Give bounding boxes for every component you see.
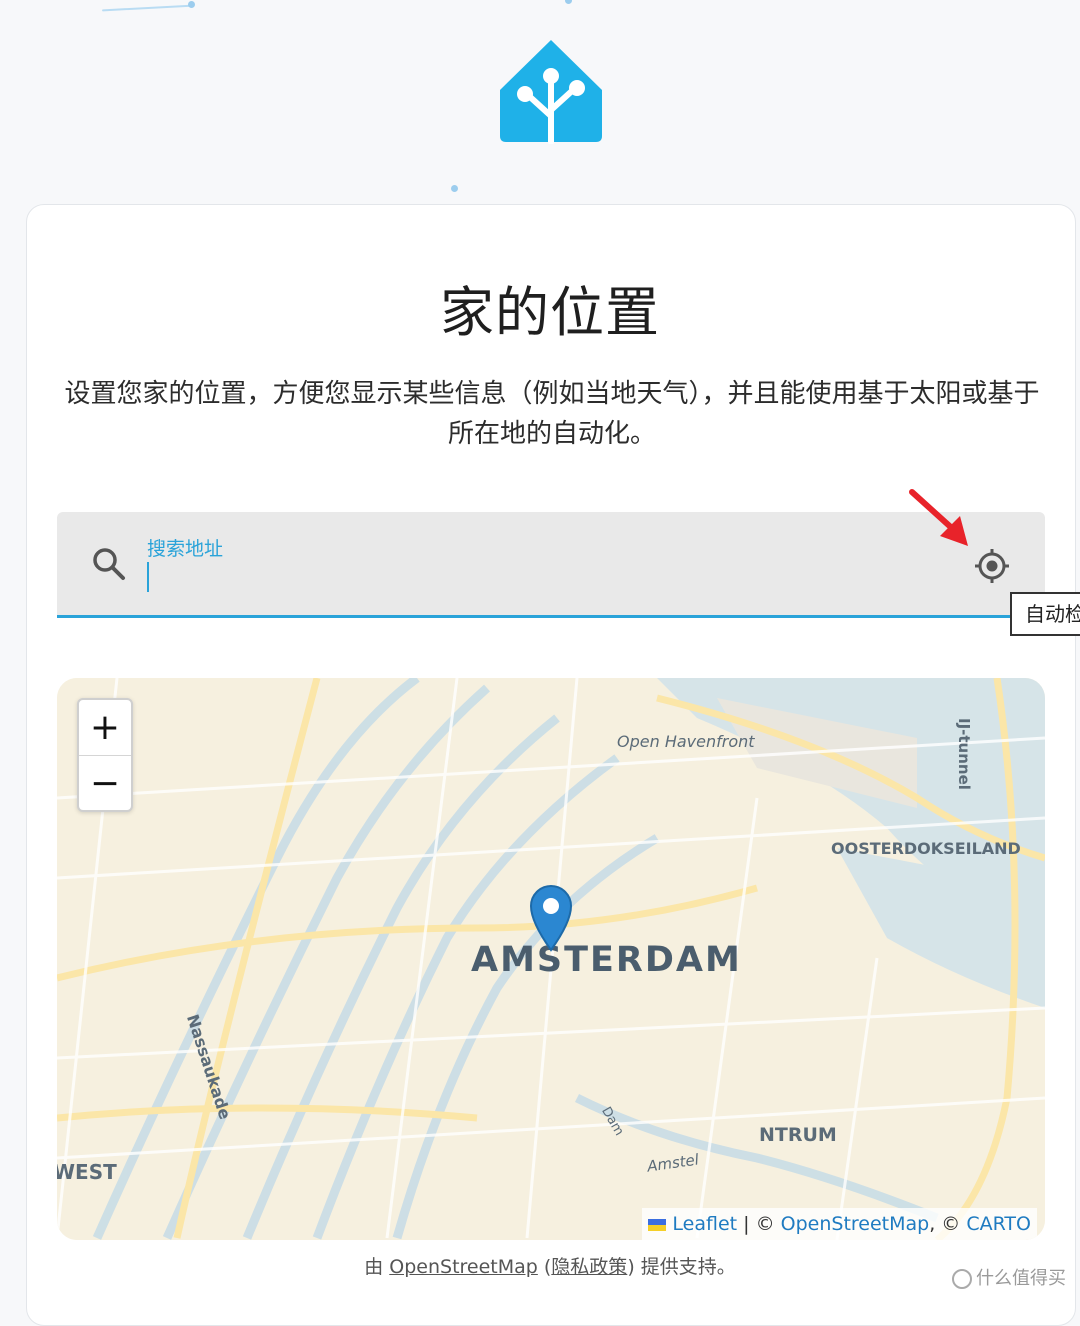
carto-link[interactable]: CARTO (966, 1213, 1031, 1235)
decorative-line (102, 4, 194, 12)
zoom-control: + − (77, 698, 133, 812)
leaflet-link[interactable]: Leaflet (672, 1213, 737, 1235)
decorative-dot (565, 0, 572, 4)
privacy-policy-link[interactable]: 隐私政策 (551, 1256, 627, 1278)
footer-suffix: ) 提供支持。 (627, 1256, 736, 1278)
watermark: 什么值得买 (952, 1264, 1066, 1290)
search-input-label: 搜索地址 (147, 538, 224, 560)
attribution-separator: , © (929, 1213, 967, 1235)
watermark-logo-icon (952, 1269, 972, 1289)
decorative-dot (188, 1, 195, 8)
crosshair-gps-icon[interactable] (973, 547, 1011, 585)
red-arrow-annotation (909, 489, 968, 546)
map-label-district-center: NTRUM (759, 1124, 837, 1146)
map-marker-icon[interactable] (528, 884, 574, 952)
footer-prefix: 由 (364, 1256, 390, 1278)
map-label-island: OOSTERDOKSEILAND (831, 839, 1021, 858)
decorative-dot (451, 185, 458, 192)
map-label-district-west: WEST (57, 1160, 117, 1184)
openstreetmap-link[interactable]: OpenStreetMap (389, 1256, 538, 1278)
map-label-harbour: Open Havenfront (617, 732, 755, 751)
map[interactable]: + − Open Havenfront OOSTERDOKSEILAND IJ-… (57, 678, 1045, 1240)
home-assistant-logo (500, 40, 602, 144)
map-label-tunnel: IJ-tunnel (955, 718, 973, 790)
zoom-in-button[interactable]: + (79, 700, 131, 755)
zoom-out-button[interactable]: − (79, 755, 131, 811)
page-title: 家的位置 (440, 281, 660, 344)
watermark-text: 什么值得买 (976, 1268, 1066, 1289)
map-footer-note: 由 OpenStreetMap (隐私政策) 提供支持。 (0, 1252, 1080, 1279)
tooltip: 自动检测 (1010, 592, 1080, 636)
text-caret (147, 562, 149, 592)
openstreetmap-attribution-link[interactable]: OpenStreetMap (781, 1213, 930, 1235)
footer-open: ( (537, 1256, 552, 1278)
page-description: 设置您家的位置，方便您显示某些信息（例如当地天气），并且能使用基于太阳或基于所在… (64, 379, 1040, 449)
map-label-city: AMSTERDAM (471, 940, 742, 980)
magnify-icon (93, 548, 125, 580)
address-search-field[interactable]: 搜索地址 (57, 512, 1045, 618)
map-attribution: Leaflet | © OpenStreetMap, © CARTO (642, 1208, 1037, 1240)
attribution-separator: | © (737, 1213, 781, 1235)
ukraine-flag-icon (648, 1218, 667, 1231)
